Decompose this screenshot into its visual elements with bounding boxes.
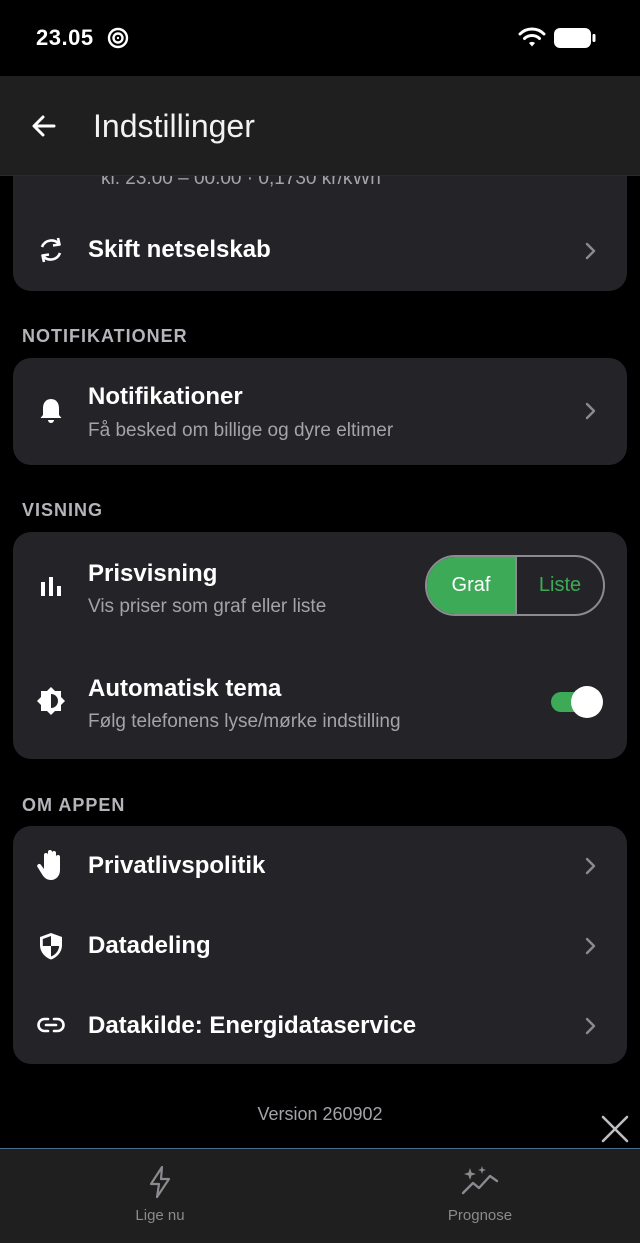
list-option[interactable]: Liste bbox=[515, 557, 603, 614]
auto-theme-label: Automatisk tema bbox=[88, 675, 282, 702]
about-card: Privatlivspolitik Datadeling Datakilde: bbox=[13, 826, 627, 1064]
privacy-policy-row[interactable]: Privatlivspolitik bbox=[13, 826, 627, 906]
section-title-display: VISNING bbox=[22, 500, 104, 520]
chevron-right-icon bbox=[585, 1017, 596, 1035]
notifications-card: Notifikationer Få besked om billige og d… bbox=[13, 358, 627, 465]
chevron-right-icon bbox=[585, 402, 596, 420]
change-grid-operator-row[interactable]: Skift netselskab bbox=[13, 213, 627, 291]
nav-item-forecast[interactable]: Prognose bbox=[320, 1149, 640, 1243]
data-source-row[interactable]: Datakilde: Energidataservice bbox=[13, 986, 627, 1064]
privacy-policy-label: Privatlivspolitik bbox=[88, 852, 266, 879]
notifications-sub: Få besked om billige og dyre eltimer bbox=[88, 420, 394, 441]
link-icon bbox=[37, 1017, 65, 1033]
chevron-right-icon bbox=[585, 242, 596, 260]
graph-option[interactable]: Graf bbox=[427, 557, 515, 614]
bell-icon bbox=[40, 399, 62, 423]
wifi-icon bbox=[518, 27, 546, 47]
hand-icon bbox=[37, 850, 60, 880]
status-bar: 23.05 bbox=[0, 0, 640, 76]
close-icon[interactable] bbox=[600, 1114, 630, 1144]
arrow-left-icon[interactable] bbox=[28, 110, 60, 142]
focus-mode-icon bbox=[107, 27, 129, 49]
battery-icon bbox=[554, 28, 596, 48]
nav-item-now[interactable]: Lige nu bbox=[0, 1149, 320, 1243]
chevron-right-icon bbox=[585, 857, 596, 875]
data-source-label: Datakilde: Energidataservice bbox=[88, 1012, 417, 1039]
nav-label-now: Lige nu bbox=[135, 1207, 185, 1224]
current-tariff-text: kl. 23.00 – 00.00 · 0,1730 kr/kWh bbox=[101, 176, 381, 189]
data-sharing-row[interactable]: Datadeling bbox=[13, 906, 627, 986]
notifications-row[interactable]: Notifikationer Få besked om billige og d… bbox=[13, 358, 627, 465]
change-grid-operator-label: Skift netselskab bbox=[88, 236, 271, 263]
version-text: Version 260902 bbox=[257, 1104, 383, 1124]
auto-theme-row[interactable]: Automatisk tema Følg telefonens lyse/mør… bbox=[13, 642, 627, 759]
price-view-segmented-control[interactable]: Graf Liste bbox=[425, 555, 605, 616]
app-bar: Indstillinger bbox=[0, 76, 640, 176]
toggle-knob bbox=[571, 686, 603, 718]
price-view-sub: Vis priser som graf eller liste bbox=[88, 596, 327, 617]
auto-theme-toggle[interactable] bbox=[551, 686, 603, 718]
lightning-icon bbox=[149, 1165, 171, 1199]
status-time: 23.05 bbox=[36, 25, 94, 50]
section-title-about: OM APPEN bbox=[22, 795, 126, 815]
settings-list[interactable]: kl. 23.00 – 00.00 · 0,1730 kr/kWh Skift … bbox=[0, 176, 640, 1148]
chevron-right-icon bbox=[585, 937, 596, 955]
notifications-label: Notifikationer bbox=[88, 383, 243, 410]
data-sharing-label: Datadeling bbox=[88, 932, 211, 959]
brightness-icon bbox=[37, 687, 65, 715]
page-title: Indstillinger bbox=[93, 108, 255, 144]
auto-theme-sub: Følg telefonens lyse/mørke indstilling bbox=[88, 711, 401, 732]
bar-chart-icon bbox=[41, 577, 61, 596]
price-view-label: Prisvisning bbox=[88, 560, 218, 587]
nav-label-forecast: Prognose bbox=[447, 1207, 513, 1224]
price-view-row: Prisvisning Vis priser som graf eller li… bbox=[13, 532, 627, 642]
shield-icon bbox=[40, 933, 62, 960]
grid-operator-card: kl. 23.00 – 00.00 · 0,1730 kr/kWh Skift … bbox=[13, 176, 627, 291]
bottom-navigation: Lige nu Prognose bbox=[0, 1148, 640, 1243]
sparkle-chart-icon bbox=[461, 1166, 499, 1195]
display-card: Prisvisning Vis priser som graf eller li… bbox=[13, 532, 627, 759]
section-title-notifications: NOTIFIKATIONER bbox=[22, 326, 188, 346]
sync-icon bbox=[40, 237, 62, 263]
